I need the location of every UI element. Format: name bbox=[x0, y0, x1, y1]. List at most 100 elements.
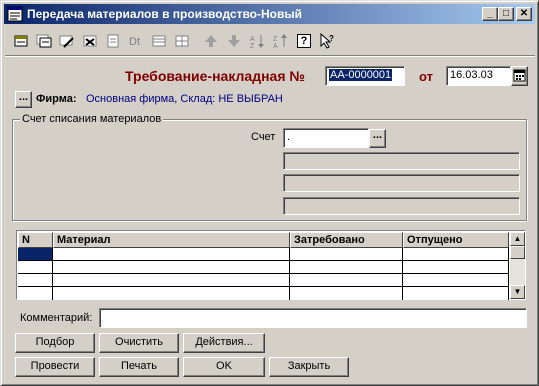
table-cell-material[interactable] bbox=[53, 287, 290, 300]
toolbar: Dt AZ ZA ? ? bbox=[5, 28, 535, 54]
firm-select-button[interactable]: ... bbox=[15, 91, 32, 108]
toolbar-copy-row-button[interactable] bbox=[34, 31, 54, 51]
svg-text:Z: Z bbox=[250, 43, 255, 49]
toolbar-help-button[interactable]: ? bbox=[294, 31, 314, 51]
close-button[interactable]: Закрыть bbox=[269, 357, 349, 377]
edit-row-icon bbox=[59, 35, 74, 48]
mark-delete-icon bbox=[107, 34, 119, 48]
table-cell-requested[interactable] bbox=[290, 287, 403, 300]
svg-text:A: A bbox=[250, 36, 255, 43]
window-title: Передача материалов в производство-Новый bbox=[27, 7, 303, 21]
podbor-button[interactable]: Подбор bbox=[15, 333, 95, 353]
document-window: Передача материалов в производство-Новый… bbox=[0, 0, 539, 386]
copy-row-icon bbox=[36, 34, 52, 48]
print-button[interactable]: Печать bbox=[99, 357, 179, 377]
table-cell-released[interactable] bbox=[403, 287, 509, 300]
table-cell-requested[interactable] bbox=[290, 248, 403, 261]
document-date-value: 16.03.03 bbox=[450, 69, 493, 81]
scroll-down-button[interactable]: ▼ bbox=[510, 285, 525, 299]
sort-descending-icon: ZA bbox=[273, 34, 287, 49]
maximize-icon: □ bbox=[502, 8, 510, 19]
toolbar-post-button[interactable]: Dt bbox=[126, 31, 146, 51]
toolbar-delete-row-button[interactable] bbox=[80, 31, 100, 51]
chevron-down-icon: ▼ bbox=[513, 287, 522, 296]
toolbar-mark-delete-button[interactable] bbox=[103, 31, 123, 51]
table-cell-requested[interactable] bbox=[290, 274, 403, 287]
table-cell-n[interactable] bbox=[18, 261, 53, 274]
ellipsis-icon: ... bbox=[372, 129, 383, 141]
document-date-input[interactable]: 16.03.03 bbox=[446, 66, 511, 86]
account-label: Счет bbox=[251, 131, 276, 143]
delete-row-icon bbox=[83, 35, 97, 47]
close-window-button[interactable]: ✕ bbox=[516, 7, 532, 21]
sort-ascending-icon: AZ bbox=[250, 35, 264, 49]
close-icon: ✕ bbox=[519, 8, 529, 19]
toolbar-table-button[interactable] bbox=[172, 31, 192, 51]
toolbar-sort-ascending-button[interactable]: AZ bbox=[248, 31, 268, 51]
table-scrollbar[interactable]: ▲ ▼ bbox=[510, 232, 525, 299]
svg-text:A: A bbox=[273, 43, 278, 49]
table-cell-n[interactable] bbox=[18, 248, 53, 261]
post-button[interactable]: Провести bbox=[15, 357, 95, 377]
subconto-field-1[interactable] bbox=[283, 152, 520, 170]
subconto-field-2[interactable] bbox=[283, 174, 520, 192]
toolbar-context-help-button[interactable]: ? bbox=[317, 31, 337, 51]
account-value: . bbox=[287, 131, 291, 143]
firm-label: Фирма: bbox=[36, 93, 77, 105]
table-cell-material[interactable] bbox=[53, 248, 290, 261]
comment-label: Комментарий: bbox=[20, 312, 93, 324]
ellipsis-icon: ... bbox=[18, 91, 29, 103]
table-cell-released[interactable] bbox=[403, 274, 509, 287]
table-cell-material[interactable] bbox=[53, 274, 290, 287]
maximize-button[interactable]: □ bbox=[498, 7, 514, 21]
column-header-released[interactable]: Отпущено bbox=[403, 232, 509, 248]
ok-button[interactable]: OK bbox=[183, 357, 265, 377]
table-cell-n[interactable] bbox=[18, 287, 53, 300]
title-bar[interactable]: Передача материалов в производство-Новый… bbox=[4, 4, 535, 24]
minimize-button[interactable]: _ bbox=[482, 7, 498, 21]
firm-value: Основная фирма, Склад: НЕ ВЫБРАН bbox=[86, 93, 283, 105]
subconto-field-3[interactable] bbox=[283, 197, 520, 215]
scroll-up-button[interactable]: ▲ bbox=[510, 232, 525, 246]
toolbar-move-down-button[interactable] bbox=[224, 31, 244, 51]
account-select-button[interactable]: ... bbox=[369, 129, 386, 148]
toolbar-separator bbox=[5, 55, 535, 57]
table-row[interactable] bbox=[18, 248, 509, 261]
materials-table[interactable]: N Материал Затребовано Отпущено ▲ ▼ bbox=[16, 230, 526, 300]
move-up-icon bbox=[205, 35, 217, 47]
document-form-icon bbox=[7, 6, 23, 22]
table-cell-released[interactable] bbox=[403, 248, 509, 261]
svg-text:Z: Z bbox=[273, 36, 278, 43]
table-icon bbox=[175, 35, 189, 47]
table-row[interactable] bbox=[18, 274, 509, 287]
table-row[interactable] bbox=[18, 261, 509, 274]
actions-button[interactable]: Действия... bbox=[183, 333, 265, 353]
column-header-requested[interactable]: Затребовано bbox=[290, 232, 403, 248]
document-number-input[interactable]: АА-0000001 bbox=[325, 66, 405, 86]
column-header-n[interactable]: N bbox=[18, 232, 53, 248]
writeoff-group-title: Счет списания материалов bbox=[20, 113, 164, 125]
calendar-icon bbox=[513, 69, 526, 82]
new-row-icon bbox=[14, 35, 28, 47]
toolbar-edit-row-button[interactable] bbox=[57, 31, 77, 51]
table-cell-n[interactable] bbox=[18, 274, 53, 287]
toolbar-sort-descending-button[interactable]: ZA bbox=[271, 31, 291, 51]
firm-warehouse-value: НЕ ВЫБРАН bbox=[218, 93, 283, 105]
account-input[interactable]: . bbox=[283, 128, 369, 148]
table-cell-material[interactable] bbox=[53, 261, 290, 274]
scroll-thumb[interactable] bbox=[510, 246, 525, 259]
toolbar-sort-button[interactable] bbox=[149, 31, 169, 51]
table-cell-requested[interactable] bbox=[290, 261, 403, 274]
chevron-up-icon: ▲ bbox=[513, 234, 522, 243]
toolbar-new-row-button[interactable] bbox=[11, 31, 31, 51]
toolbar-move-up-button[interactable] bbox=[201, 31, 221, 51]
table-cell-released[interactable] bbox=[403, 261, 509, 274]
document-title: Требование-накладная № bbox=[125, 68, 305, 84]
calendar-button[interactable] bbox=[511, 66, 528, 86]
minimize-icon: _ bbox=[487, 8, 493, 19]
table-row[interactable] bbox=[18, 287, 509, 300]
column-header-material[interactable]: Материал bbox=[53, 232, 290, 248]
clear-button[interactable]: Очистить bbox=[99, 333, 179, 353]
context-help-icon: ? bbox=[320, 33, 334, 49]
comment-input[interactable] bbox=[99, 308, 527, 328]
